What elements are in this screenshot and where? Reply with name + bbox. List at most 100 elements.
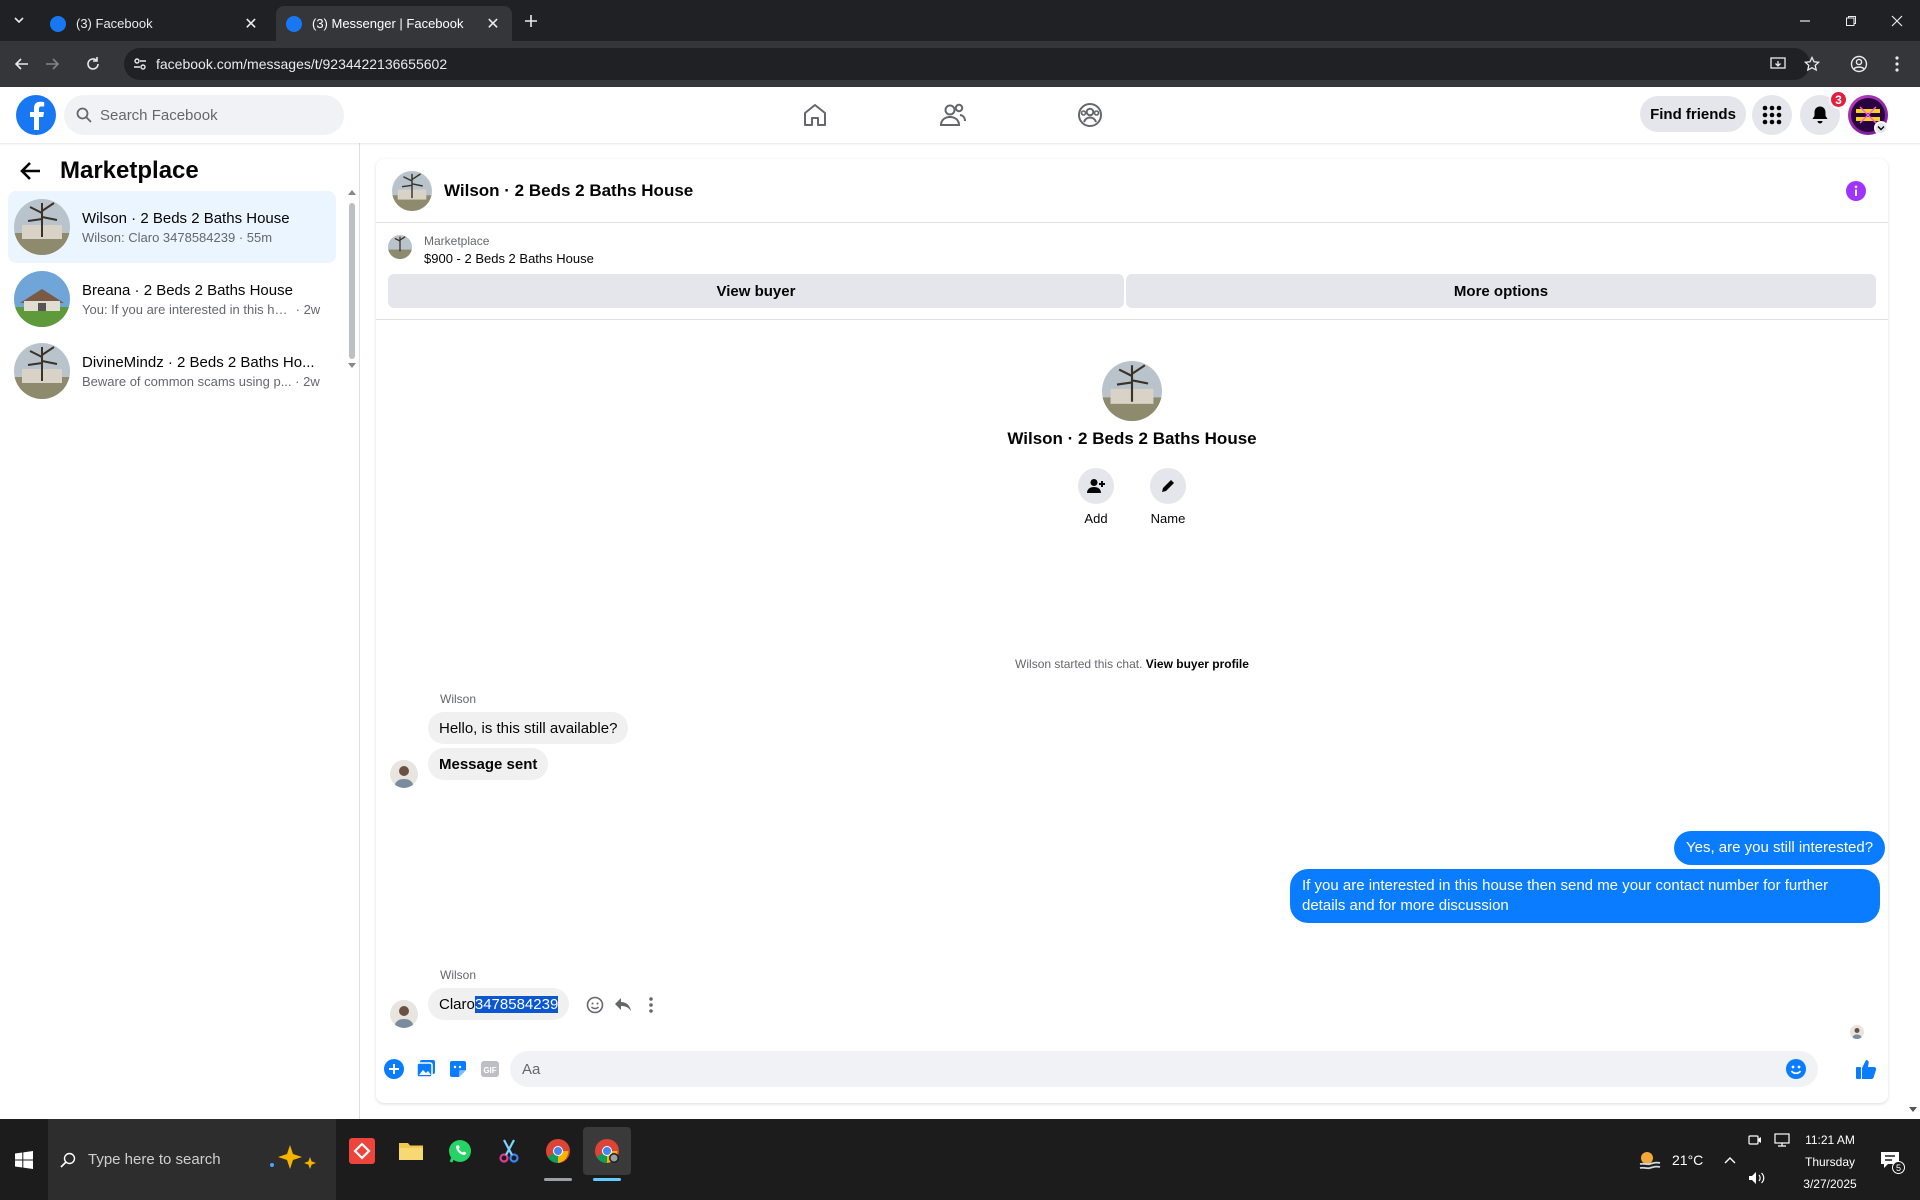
info-icon[interactable] (1846, 181, 1866, 201)
menu-button[interactable] (1752, 95, 1792, 135)
selected-phone-number[interactable]: 3478584239 (474, 995, 559, 1013)
taskbar-app-file-explorer[interactable] (387, 1127, 435, 1175)
chat-avatar[interactable] (392, 170, 432, 211)
more-actions-button[interactable] (380, 1055, 408, 1083)
restore-button[interactable] (1828, 0, 1874, 41)
arrow-left-icon (14, 58, 28, 70)
taskbar-app-snipping-tool[interactable] (485, 1127, 533, 1175)
chrome-menu-button[interactable] (1884, 51, 1910, 77)
sidebar-scrollbar[interactable] (348, 190, 356, 369)
more-options-button[interactable]: More options (1126, 274, 1876, 308)
system-clock[interactable]: 11:21 AM Thursday 3/27/2025 (1786, 1129, 1874, 1195)
conversation-item-divinemindz[interactable]: DivineMindz · 2 Beds 2 Baths Ho... Bewar… (8, 335, 336, 407)
reload-button[interactable] (80, 51, 106, 77)
folder-icon (399, 1143, 423, 1160)
message-bubble-outgoing[interactable]: Yes, are you still interested? (1674, 831, 1886, 865)
marketplace-listing-strip: Marketplace $900 - 2 Beds 2 Baths House (376, 223, 1888, 281)
weather-widget[interactable]: 21°C (1638, 1119, 1703, 1200)
search-icon (76, 107, 92, 123)
intro-avatar[interactable] (1102, 361, 1162, 421)
bell-icon (1812, 106, 1828, 124)
scissors-icon (499, 1139, 519, 1163)
sender-avatar[interactable] (390, 760, 418, 788)
tray-volume-icon[interactable] (1748, 1171, 1766, 1185)
taskbar-search[interactable] (48, 1119, 336, 1200)
reply-button[interactable] (609, 991, 637, 1019)
more-button[interactable] (637, 991, 665, 1019)
conversation-item-breana[interactable]: Breana · 2 Beds 2 Baths House You: If yo… (8, 263, 336, 335)
back-arrow-icon[interactable] (20, 161, 42, 181)
message-bubble-incoming[interactable]: Claro 3478584239 (428, 988, 570, 1020)
close-tab-icon[interactable]: ✕ (484, 15, 502, 33)
sticker-button[interactable] (444, 1055, 472, 1083)
like-button[interactable] (1852, 1055, 1880, 1083)
address-bar[interactable]: facebook.com/messages/t/9234422136655602 (124, 48, 1810, 80)
emoji-icon[interactable] (1786, 1059, 1806, 1079)
find-friends-button[interactable]: Find friends (1640, 96, 1746, 132)
account-menu-caret[interactable] (1874, 121, 1888, 135)
facebook-favicon-icon (50, 15, 66, 32)
house-photo-thumbnail (14, 199, 70, 255)
view-buyer-button[interactable]: View buyer (388, 274, 1124, 308)
scroll-down-icon[interactable] (348, 363, 356, 369)
taskbar-app-chrome-1[interactable] (534, 1127, 582, 1181)
listing-price-title[interactable]: $900 - 2 Beds 2 Baths House (424, 251, 594, 266)
tray-camera-icon[interactable] (1748, 1133, 1762, 1147)
chat-started-notice: Wilson started this chat. View buyer pro… (376, 657, 1888, 671)
scroll-down-icon[interactable] (1909, 1107, 1917, 1113)
divider (376, 319, 1888, 320)
site-settings-icon[interactable] (132, 56, 148, 72)
add-contact-action[interactable]: Add (1066, 468, 1126, 526)
show-hidden-icons-button[interactable] (1724, 1119, 1736, 1200)
facebook-search[interactable] (64, 95, 344, 135)
new-tab-button[interactable] (520, 10, 542, 32)
minimize-button[interactable] (1782, 0, 1828, 41)
message-input[interactable] (522, 1060, 1762, 1078)
scrollbar-thumb[interactable] (349, 203, 355, 359)
close-window-button[interactable] (1874, 0, 1920, 41)
message-bubble-incoming[interactable]: Hello, is this still available? (428, 712, 629, 744)
nav-home[interactable] (759, 91, 871, 139)
facebook-search-input[interactable] (100, 106, 320, 124)
taskbar-search-input[interactable] (88, 1151, 258, 1168)
forward-button[interactable] (39, 51, 65, 77)
close-tab-icon[interactable]: ✕ (242, 15, 260, 33)
message-bubble-incoming[interactable]: Message sent (428, 748, 549, 780)
sender-avatar[interactable] (390, 1000, 418, 1028)
scroll-up-icon[interactable] (348, 189, 356, 195)
attach-photo-button[interactable] (412, 1055, 440, 1083)
url-text[interactable]: facebook.com/messages/t/9234422136655602 (156, 56, 447, 72)
profile-button[interactable] (1846, 51, 1872, 77)
message-bubble-outgoing[interactable]: If you are interested in this house then… (1290, 869, 1880, 923)
add-person-icon[interactable] (1078, 468, 1114, 504)
nav-friends[interactable] (897, 91, 1009, 139)
tab-facebook[interactable]: (3) Facebook ✕ (40, 6, 270, 41)
name-action[interactable]: Name (1138, 468, 1198, 526)
conversation-time: 55m (246, 229, 273, 245)
notification-center-button[interactable]: 5 (1880, 1151, 1905, 1174)
taskbar-app-chrome-2[interactable] (583, 1127, 631, 1181)
bookmark-button[interactable] (1799, 51, 1825, 77)
chat-title[interactable]: Wilson · 2 Beds 2 Baths House (444, 181, 693, 201)
gif-button[interactable]: GIF (476, 1055, 504, 1083)
message-input-box[interactable] (510, 1051, 1818, 1087)
taskbar-app-anydesk[interactable] (338, 1127, 386, 1175)
notification-badge: 3 (1829, 90, 1848, 109)
reload-icon (87, 57, 99, 70)
listing-thumbnail[interactable] (388, 235, 412, 259)
react-button[interactable] (581, 991, 609, 1019)
install-app-button[interactable] (1765, 51, 1791, 77)
tab-search-button[interactable] (6, 8, 32, 32)
taskbar-app-whatsapp[interactable] (436, 1127, 484, 1175)
back-button[interactable] (9, 51, 35, 77)
page-scrollbar[interactable] (1906, 87, 1920, 1119)
pencil-icon[interactable] (1150, 468, 1186, 504)
tab-messenger[interactable]: (3) Messenger | Facebook ✕ (276, 6, 512, 41)
view-buyer-profile-link[interactable]: View buyer profile (1146, 657, 1249, 671)
conversation-item-wilson[interactable]: Wilson · 2 Beds 2 Baths House Wilson: Cl… (8, 191, 336, 263)
nav-groups[interactable] (1034, 91, 1146, 139)
start-button[interactable] (0, 1119, 48, 1200)
facebook-logo[interactable] (16, 95, 56, 135)
restore-icon (1846, 15, 1856, 26)
conversation-time: 2w (303, 373, 320, 389)
